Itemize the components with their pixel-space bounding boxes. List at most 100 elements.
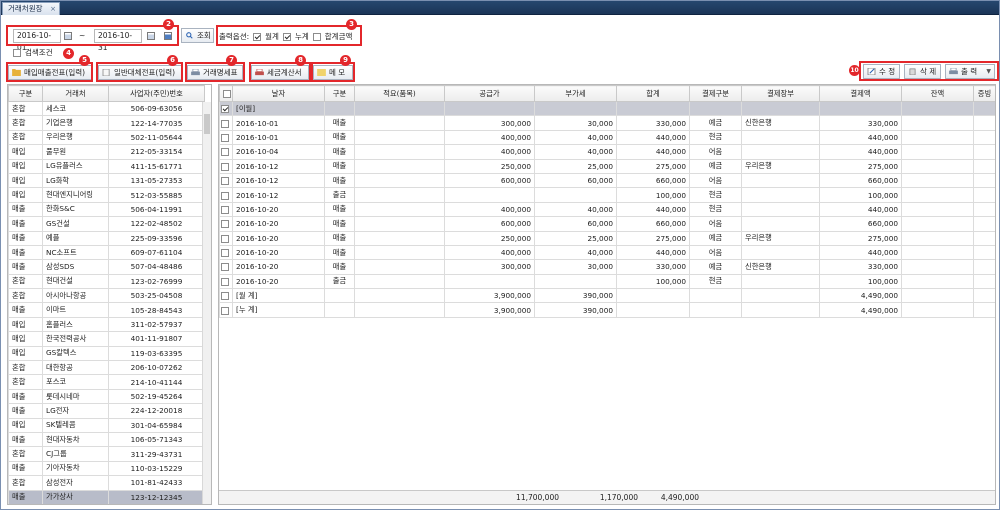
column-header[interactable]: 증빙 xyxy=(973,85,995,102)
row-checkbox-cell[interactable] xyxy=(219,100,233,117)
row-checkbox[interactable] xyxy=(221,306,229,315)
customer-row[interactable]: 매출 LG전자 224-12-20018 xyxy=(8,403,205,419)
customer-name-cell: 대한항공 xyxy=(42,360,109,376)
customer-row[interactable]: 매출 예플 225-09-33596 xyxy=(8,230,205,246)
search-condition[interactable]: 검색조건 xyxy=(13,47,53,58)
customer-row[interactable]: 매입 LG화학 131-05-27353 xyxy=(8,172,205,189)
column-header[interactable]: 거래처 xyxy=(42,85,109,102)
customer-row[interactable]: 매입 GS칼텍스 119-03-63395 xyxy=(8,345,205,362)
ledger-row[interactable]: [누 계] 3,900,000 390,000 4,490,000 xyxy=(219,302,995,318)
ledger-row[interactable]: [월 계] 3,900,000 390,000 4,490,000 xyxy=(219,288,995,304)
column-header[interactable]: 잔액 xyxy=(901,85,974,102)
customer-row[interactable]: 혼합 기업은행 122-14-77035 xyxy=(8,115,205,131)
column-header[interactable]: 사업자(주민)번호 xyxy=(108,85,205,102)
customer-row[interactable]: 혼합 포스코 214-10-41144 xyxy=(8,374,205,390)
customer-row[interactable]: 매출 기아자동차 110-03-15229 xyxy=(8,460,205,477)
customer-row[interactable]: 혼합 CJ그룹 311-29-43731 xyxy=(8,446,205,462)
column-header[interactable]: 결제액 xyxy=(819,85,902,102)
customer-row[interactable]: 혼합 아시아나항공 503-25-04508 xyxy=(8,288,205,304)
row-checkbox-cell[interactable] xyxy=(219,244,233,261)
row-checkbox-cell[interactable] xyxy=(219,259,233,275)
customer-row[interactable]: 매출 롯데시네마 502-19-45264 xyxy=(8,388,205,405)
ledger-row[interactable]: 2016-10-20 출금 100,000 현금 100,000 xyxy=(219,273,995,290)
ledger-row[interactable]: 2016-10-01 매출 300,000 30,000 330,000 예금 신한은행 33… xyxy=(219,115,995,131)
column-header[interactable]: 부가세 xyxy=(534,85,617,102)
customer-row[interactable]: 매입 현대엔지니어링 512-03-55885 xyxy=(8,187,205,203)
row-checkbox[interactable] xyxy=(221,277,229,286)
row-checkbox-cell[interactable] xyxy=(219,302,233,318)
column-header[interactable]: 결제구분 xyxy=(689,85,742,102)
row-checkbox[interactable] xyxy=(221,148,229,157)
row-checkbox[interactable] xyxy=(221,162,229,171)
customer-row[interactable]: 혼합 세스코 506-09-63056 xyxy=(8,100,205,117)
row-checkbox-cell[interactable] xyxy=(219,273,233,290)
checkbox[interactable] xyxy=(223,90,231,98)
row-checkbox-cell[interactable] xyxy=(219,129,233,146)
row-checkbox[interactable] xyxy=(221,119,229,128)
row-checkbox[interactable] xyxy=(221,133,229,142)
select-all-checkbox[interactable] xyxy=(219,85,233,102)
search-button[interactable]: 조회 xyxy=(181,28,214,43)
row-checkbox[interactable] xyxy=(221,105,229,114)
row-checkbox-cell[interactable] xyxy=(219,201,233,218)
customer-row[interactable]: 매입 SK텔레콤 301-04-65984 xyxy=(8,417,205,433)
ledger-row[interactable]: 2016-10-04 매출 400,000 40,000 440,000 어음 440,00… xyxy=(219,144,995,160)
customer-type-cell: 매입 xyxy=(8,144,43,160)
column-header[interactable]: 결제장부 xyxy=(741,85,820,102)
customer-row[interactable]: 매출 GS건설 122-02-48502 xyxy=(8,216,205,232)
column-header[interactable]: 날자 xyxy=(232,85,325,102)
business-number-cell: 411-15-61771 xyxy=(108,158,205,174)
scrollbar[interactable] xyxy=(202,102,211,504)
customer-row[interactable]: 매입 한국전력공사 401-11-91807 xyxy=(8,331,205,347)
ledger-row[interactable]: 2016-10-20 매출 300,000 30,000 330,000 예금 신한은행 33… xyxy=(219,259,995,275)
customer-row[interactable]: 매출 가가상사 123-12-12345 xyxy=(8,489,205,504)
row-checkbox-cell[interactable] xyxy=(219,172,233,189)
row-checkbox[interactable] xyxy=(221,263,229,272)
customer-row[interactable]: 혼합 삼성전자 101-81-42433 xyxy=(8,475,205,491)
row-checkbox[interactable] xyxy=(221,191,229,200)
row-checkbox-cell[interactable] xyxy=(219,230,233,246)
customer-row[interactable]: 매출 현대자동차 106-05-71343 xyxy=(8,431,205,448)
column-header[interactable]: 구분 xyxy=(324,85,355,102)
row-checkbox-cell[interactable] xyxy=(219,216,233,232)
customer-row[interactable]: 매출 이마트 105-28-84543 xyxy=(8,302,205,318)
column-header[interactable]: 구분 xyxy=(8,85,43,102)
search-condition-checkbox[interactable] xyxy=(13,48,21,57)
customer-row[interactable]: 매입 풀무원 212-05-33154 xyxy=(8,144,205,160)
row-checkbox[interactable] xyxy=(221,234,229,243)
row-checkbox-cell[interactable] xyxy=(219,115,233,131)
row-checkbox[interactable] xyxy=(221,205,229,214)
customer-row[interactable]: 매출 삼성SDS 507-04-48486 xyxy=(8,259,205,275)
ledger-row[interactable]: 2016-10-12 출금 100,000 현금 100,000 xyxy=(219,187,995,203)
column-header[interactable]: 공급가 xyxy=(444,85,535,102)
customer-row[interactable]: 매출 한화S&C 506-04-11991 xyxy=(8,201,205,218)
customer-row[interactable]: 혼합 우리은행 502-11-05644 xyxy=(8,129,205,146)
row-checkbox-cell[interactable] xyxy=(219,288,233,304)
ledger-row[interactable]: 2016-10-12 매출 600,000 60,000 660,000 어음 660,00… xyxy=(219,172,995,189)
ledger-row[interactable]: 2016-10-20 매출 600,000 60,000 660,000 어음 660,00… xyxy=(219,216,995,232)
ledger-row[interactable]: 2016-10-20 매출 400,000 40,000 440,000 어음 440,00… xyxy=(219,244,995,261)
ledger-row[interactable]: [이월] xyxy=(219,100,995,117)
customer-row[interactable]: 혼합 대한항공 206-10-07262 xyxy=(8,360,205,376)
row-checkbox[interactable] xyxy=(221,220,229,229)
scrollbar-thumb[interactable] xyxy=(204,114,210,134)
ledger-row[interactable]: 2016-10-20 매출 250,000 25,000 275,000 예금 우리은행 27… xyxy=(219,230,995,246)
customer-row[interactable]: 매입 홈플러스 311-02-57937 xyxy=(8,316,205,333)
row-checkbox[interactable] xyxy=(221,177,229,186)
close-icon[interactable]: × xyxy=(50,3,56,15)
row-checkbox-cell[interactable] xyxy=(219,158,233,174)
row-checkbox-cell[interactable] xyxy=(219,187,233,203)
customer-row[interactable]: 매출 NC소프트 609-07-61104 xyxy=(8,244,205,261)
customer-row[interactable]: 매입 LG유플러스 411-15-61771 xyxy=(8,158,205,174)
row-checkbox[interactable] xyxy=(221,292,229,301)
row-checkbox[interactable] xyxy=(221,249,229,258)
row-checkbox-cell[interactable] xyxy=(219,144,233,160)
ledger-row[interactable]: 2016-10-01 매출 400,000 40,000 440,000 현금 440,00… xyxy=(219,129,995,146)
column-header[interactable]: 합계 xyxy=(616,85,690,102)
column-header[interactable]: 적요(품목) xyxy=(354,85,445,102)
customer-name-cell: LG유플러스 xyxy=(42,158,109,174)
ledger-row[interactable]: 2016-10-12 매출 250,000 25,000 275,000 예금 우리은행 27… xyxy=(219,158,995,174)
ledger-row[interactable]: 2016-10-20 매출 400,000 40,000 440,000 현금 440,00… xyxy=(219,201,995,218)
tab-ledger[interactable]: 거래처원장 × xyxy=(2,2,60,15)
customer-row[interactable]: 혼합 현대건설 123-02-76999 xyxy=(8,273,205,290)
